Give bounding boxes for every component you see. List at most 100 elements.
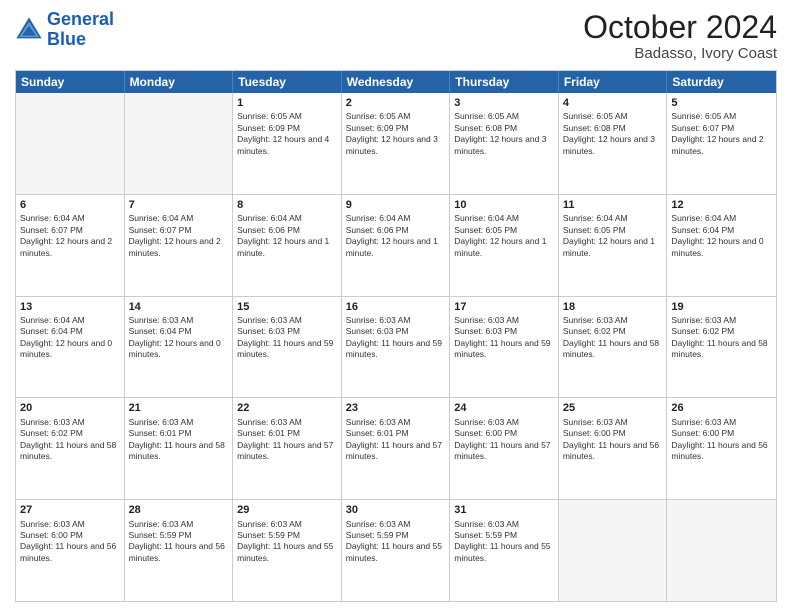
day-number: 29 — [237, 503, 337, 517]
day-number: 8 — [237, 198, 337, 212]
cal-cell — [16, 93, 125, 194]
week-row-1: 6Sunrise: 6:04 AM Sunset: 6:07 PM Daylig… — [16, 195, 776, 297]
day-number: 25 — [563, 401, 663, 415]
day-number: 24 — [454, 401, 554, 415]
day-number: 14 — [129, 300, 229, 314]
day-info: Sunrise: 6:03 AM Sunset: 6:01 PM Dayligh… — [346, 417, 446, 463]
day-info: Sunrise: 6:04 AM Sunset: 6:04 PM Dayligh… — [20, 315, 120, 361]
day-info: Sunrise: 6:03 AM Sunset: 6:00 PM Dayligh… — [563, 417, 663, 463]
day-number: 1 — [237, 96, 337, 110]
cal-cell: 29Sunrise: 6:03 AM Sunset: 5:59 PM Dayli… — [233, 500, 342, 601]
location: Badasso, Ivory Coast — [583, 45, 777, 62]
cal-cell: 17Sunrise: 6:03 AM Sunset: 6:03 PM Dayli… — [450, 297, 559, 398]
cal-cell: 24 Sunrise: 6:03 AM Sunset: 6:00 PM Dayli… — [450, 398, 559, 499]
cal-cell — [559, 500, 668, 601]
day-number: 5 — [671, 96, 772, 110]
day-number: 3 — [454, 96, 554, 110]
cal-cell: 25 Sunrise: 6:03 AM Sunset: 6:00 PM Dayli… — [559, 398, 668, 499]
day-number: 31 — [454, 503, 554, 517]
week-row-4: 27Sunrise: 6:03 AM Sunset: 6:00 PM Dayli… — [16, 500, 776, 601]
day-info: Sunrise: 6:04 AM Sunset: 6:04 PM Dayligh… — [671, 213, 772, 259]
day-info: Sunrise: 6:05 AM Sunset: 6:08 PM Dayligh… — [454, 111, 554, 157]
header: General Blue October 2024 Badasso, Ivory… — [15, 10, 777, 62]
day-number: 26 — [671, 401, 772, 415]
day-info: Sunrise: 6:03 AM Sunset: 6:00 PM Dayligh… — [671, 417, 772, 463]
day-info: Sunrise: 6:03 AM Sunset: 6:04 PM Dayligh… — [129, 315, 229, 361]
calendar-header: SundayMondayTuesdayWednesdayThursdayFrid… — [16, 71, 776, 93]
day-number: 28 — [129, 503, 229, 517]
calendar: SundayMondayTuesdayWednesdayThursdayFrid… — [15, 70, 777, 602]
cal-cell: 7Sunrise: 6:04 AM Sunset: 6:07 PM Daylig… — [125, 195, 234, 296]
day-number: 17 — [454, 300, 554, 314]
header-wednesday: Wednesday — [342, 71, 451, 93]
day-info: Sunrise: 6:04 AM Sunset: 6:06 PM Dayligh… — [346, 213, 446, 259]
day-info: Sunrise: 6:03 AM Sunset: 6:03 PM Dayligh… — [346, 315, 446, 361]
day-number: 20 — [20, 401, 120, 415]
day-info: Sunrise: 6:03 AM Sunset: 6:00 PM Dayligh… — [20, 519, 120, 565]
logo: General Blue — [15, 10, 114, 50]
day-info: Sunrise: 6:04 AM Sunset: 6:07 PM Dayligh… — [129, 213, 229, 259]
cal-cell: 15Sunrise: 6:03 AM Sunset: 6:03 PM Dayli… — [233, 297, 342, 398]
day-number: 7 — [129, 198, 229, 212]
header-friday: Friday — [559, 71, 668, 93]
day-number: 21 — [129, 401, 229, 415]
cal-cell: 1Sunrise: 6:05 AM Sunset: 6:09 PM Daylig… — [233, 93, 342, 194]
cal-cell: 6Sunrise: 6:04 AM Sunset: 6:07 PM Daylig… — [16, 195, 125, 296]
header-monday: Monday — [125, 71, 234, 93]
cal-cell: 23 Sunrise: 6:03 AM Sunset: 6:01 PM Dayli… — [342, 398, 451, 499]
cal-cell: 28 Sunrise: 6:03 AM Sunset: 5:59 PM Dayli… — [125, 500, 234, 601]
logo-line1: General — [47, 9, 114, 29]
day-number: 9 — [346, 198, 446, 212]
day-info: Sunrise: 6:05 AM Sunset: 6:09 PM Dayligh… — [237, 111, 337, 157]
day-number: 12 — [671, 198, 772, 212]
cal-cell: 31 Sunrise: 6:03 AM Sunset: 5:59 PM Dayli… — [450, 500, 559, 601]
cal-cell — [667, 500, 776, 601]
day-number: 18 — [563, 300, 663, 314]
cal-cell: 4Sunrise: 6:05 AM Sunset: 6:08 PM Daylig… — [559, 93, 668, 194]
day-number: 22 — [237, 401, 337, 415]
cal-cell: 2Sunrise: 6:05 AM Sunset: 6:09 PM Daylig… — [342, 93, 451, 194]
header-sunday: Sunday — [16, 71, 125, 93]
day-info: Sunrise: 6:04 AM Sunset: 6:07 PM Dayligh… — [20, 213, 120, 259]
cal-cell: 8Sunrise: 6:04 AM Sunset: 6:06 PM Daylig… — [233, 195, 342, 296]
day-number: 15 — [237, 300, 337, 314]
cal-cell: 12Sunrise: 6:04 AM Sunset: 6:04 PM Dayli… — [667, 195, 776, 296]
day-number: 4 — [563, 96, 663, 110]
cal-cell: 10Sunrise: 6:04 AM Sunset: 6:05 PM Dayli… — [450, 195, 559, 296]
cal-cell: 27Sunrise: 6:03 AM Sunset: 6:00 PM Dayli… — [16, 500, 125, 601]
day-info: Sunrise: 6:03 AM Sunset: 5:59 PM Dayligh… — [129, 519, 229, 565]
cal-cell: 26 Sunrise: 6:03 AM Sunset: 6:00 PM Dayli… — [667, 398, 776, 499]
day-info: Sunrise: 6:03 AM Sunset: 6:01 PM Dayligh… — [129, 417, 229, 463]
cal-cell: 18Sunrise: 6:03 AM Sunset: 6:02 PM Dayli… — [559, 297, 668, 398]
day-number: 23 — [346, 401, 446, 415]
cal-cell: 30 Sunrise: 6:03 AM Sunset: 5:59 PM Dayli… — [342, 500, 451, 601]
cal-cell: 16Sunrise: 6:03 AM Sunset: 6:03 PM Dayli… — [342, 297, 451, 398]
day-info: Sunrise: 6:03 AM Sunset: 6:02 PM Dayligh… — [20, 417, 120, 463]
week-row-0: 1Sunrise: 6:05 AM Sunset: 6:09 PM Daylig… — [16, 93, 776, 195]
day-number: 19 — [671, 300, 772, 314]
day-info: Sunrise: 6:04 AM Sunset: 6:05 PM Dayligh… — [454, 213, 554, 259]
day-info: Sunrise: 6:05 AM Sunset: 6:09 PM Dayligh… — [346, 111, 446, 157]
cal-cell: 20 Sunrise: 6:03 AM Sunset: 6:02 PM Dayli… — [16, 398, 125, 499]
day-number: 13 — [20, 300, 120, 314]
day-number: 16 — [346, 300, 446, 314]
cal-cell: 13Sunrise: 6:04 AM Sunset: 6:04 PM Dayli… — [16, 297, 125, 398]
day-number: 11 — [563, 198, 663, 212]
day-info: Sunrise: 6:03 AM Sunset: 6:01 PM Dayligh… — [237, 417, 337, 463]
cal-cell: 22 Sunrise: 6:03 AM Sunset: 6:01 PM Dayli… — [233, 398, 342, 499]
day-info: Sunrise: 6:04 AM Sunset: 6:06 PM Dayligh… — [237, 213, 337, 259]
header-saturday: Saturday — [667, 71, 776, 93]
day-info: Sunrise: 6:03 AM Sunset: 5:59 PM Dayligh… — [454, 519, 554, 565]
cal-cell: 21 Sunrise: 6:03 AM Sunset: 6:01 PM Dayli… — [125, 398, 234, 499]
title-block: October 2024 Badasso, Ivory Coast — [583, 10, 777, 62]
cal-cell: 14Sunrise: 6:03 AM Sunset: 6:04 PM Dayli… — [125, 297, 234, 398]
day-number: 30 — [346, 503, 446, 517]
cal-cell: 19Sunrise: 6:03 AM Sunset: 6:02 PM Dayli… — [667, 297, 776, 398]
week-row-3: 20 Sunrise: 6:03 AM Sunset: 6:02 PM Dayli… — [16, 398, 776, 500]
day-info: Sunrise: 6:03 AM Sunset: 6:00 PM Dayligh… — [454, 417, 554, 463]
day-info: Sunrise: 6:03 AM Sunset: 5:59 PM Dayligh… — [346, 519, 446, 565]
page: General Blue October 2024 Badasso, Ivory… — [0, 0, 792, 612]
cal-cell: 9Sunrise: 6:04 AM Sunset: 6:06 PM Daylig… — [342, 195, 451, 296]
day-number: 2 — [346, 96, 446, 110]
logo-text: General Blue — [47, 10, 114, 50]
